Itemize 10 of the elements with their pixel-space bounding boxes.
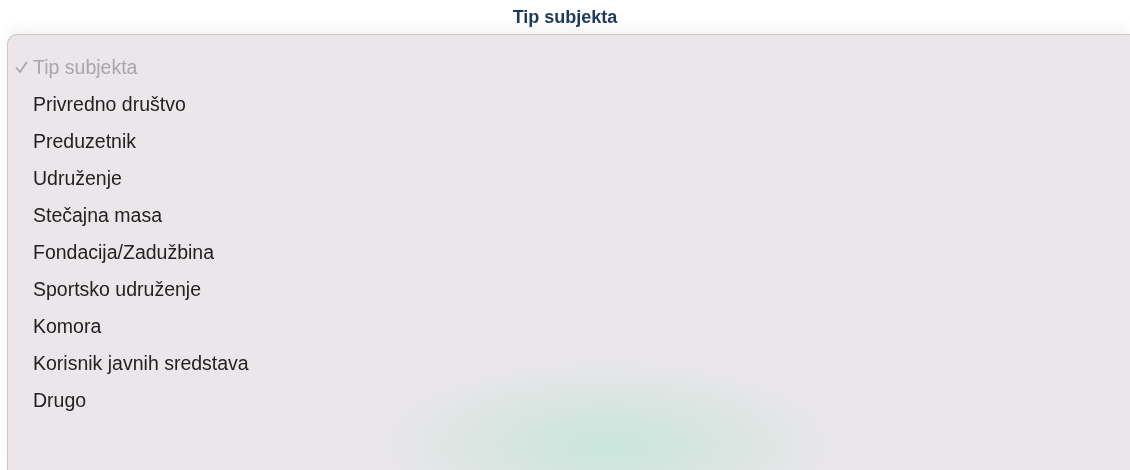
menu-option[interactable]: Udruženje — [33, 167, 128, 190]
menu-option[interactable]: Preduzetnik — [33, 130, 142, 153]
menu-option[interactable]: Fondacija/Zadužbina — [33, 241, 221, 264]
menu-option[interactable]: Drugo — [33, 389, 93, 412]
field-label: Tip subjekta — [512, 6, 618, 28]
menu-option[interactable]: Komora — [33, 315, 108, 338]
menu-option[interactable]: Privredno društvo — [33, 93, 192, 116]
menu-option[interactable]: Korisnik javnih sredstava — [33, 352, 255, 375]
menu-option[interactable]: Stečajna masa — [33, 204, 168, 227]
menu-option[interactable]: Sportsko udruženje — [33, 278, 208, 301]
